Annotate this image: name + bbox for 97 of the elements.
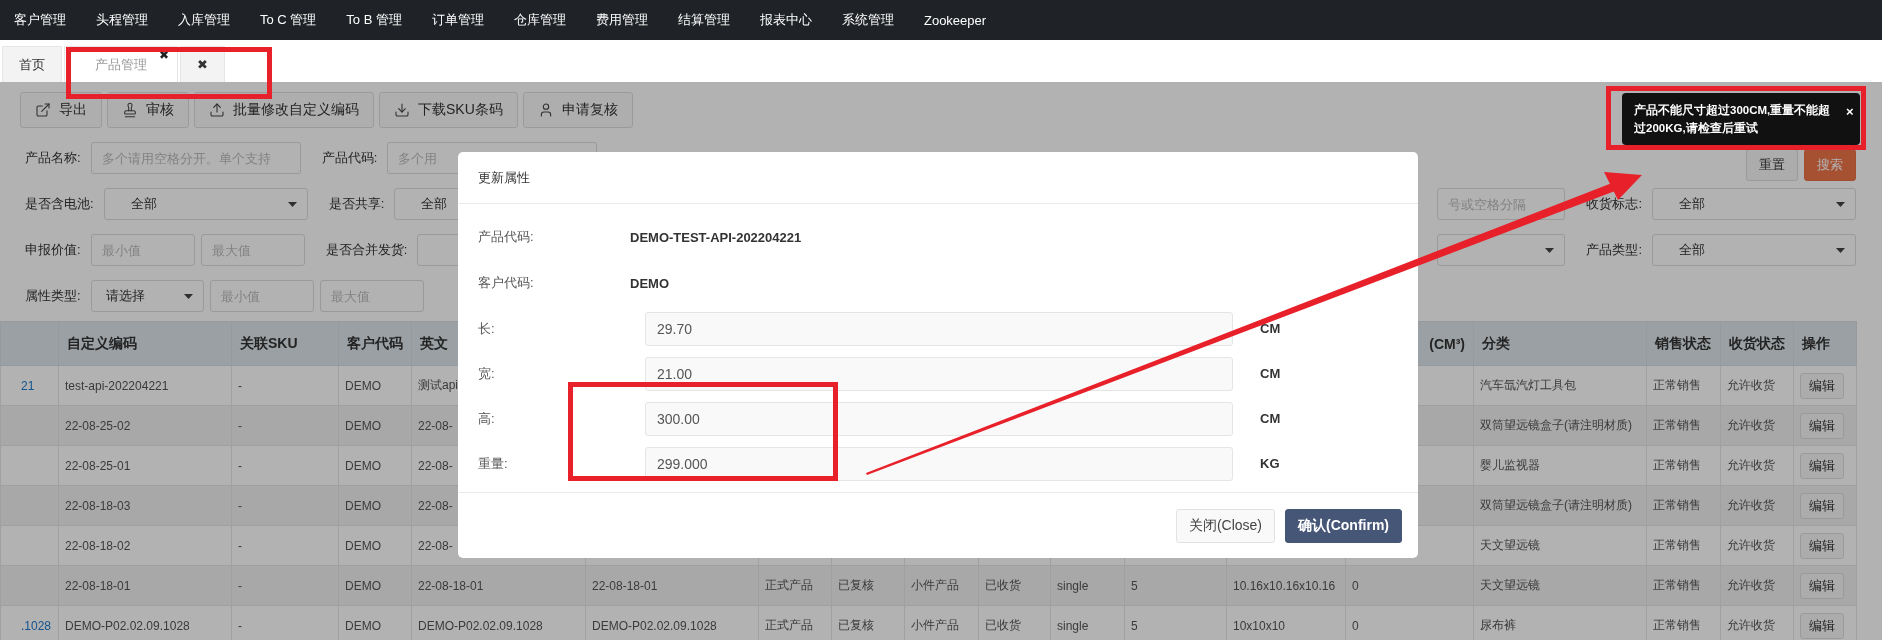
column-header: 英文 <box>420 334 448 351</box>
info-value: DEMO-TEST-API-202204221 <box>630 229 802 245</box>
info-value: DEMO <box>630 275 669 291</box>
column-header: 客户代码 <box>347 334 403 351</box>
column-header: 收货状态 <box>1729 334 1785 351</box>
table-cell: 0 <box>1352 578 1359 593</box>
unit-label: CM <box>1260 411 1281 426</box>
table-cell: 允许收货 <box>1727 498 1775 512</box>
table-cell: 22-08-25-01 <box>65 458 131 473</box>
table-cell: 22-08-18-02 <box>65 538 131 553</box>
table-cell: 0 <box>1352 618 1359 633</box>
table-cell: 正式产品 <box>765 578 813 592</box>
table-cell: 汽车氙汽灯工具包 <box>1480 378 1576 392</box>
table-cell: 22-08-18-01 <box>65 578 131 593</box>
column-header: 操作 <box>1802 334 1830 351</box>
info-label: 客户代码: <box>478 274 535 292</box>
table-cell: 正式产品 <box>765 618 813 632</box>
table-cell: 允许收货 <box>1727 418 1775 432</box>
table-cell: - <box>238 418 242 433</box>
table-cell: 允许收货 <box>1727 378 1775 392</box>
unit-label: CM <box>1260 321 1281 336</box>
field-label: 高: <box>478 409 496 428</box>
table-cell: 正常销售 <box>1653 618 1701 632</box>
table-cell: DEMO <box>345 458 381 473</box>
table-cell: 已复核 <box>838 618 874 632</box>
table-cell: 正常销售 <box>1653 458 1701 472</box>
table-cell: 允许收货 <box>1727 618 1775 632</box>
table-cell: 5 <box>1131 578 1138 593</box>
table-cell: 正常销售 <box>1653 378 1701 392</box>
table-cell: 天文望远镜 <box>1480 578 1540 592</box>
table-cell: 22-08-18-01 <box>418 578 484 593</box>
filter-label: 是否含电池: <box>25 195 94 213</box>
filter-label: 产品类型: <box>1586 241 1642 259</box>
table-cell: - <box>238 378 242 393</box>
table-cell: 已收货 <box>985 578 1021 592</box>
table-cell: DEMO <box>345 578 381 593</box>
column-header: 分类 <box>1482 334 1510 351</box>
table-cell: 10x10x10 <box>1233 618 1286 633</box>
table-cell: DEMO <box>345 378 381 393</box>
table-cell: 22-08- <box>418 538 453 553</box>
table-cell: test-api-202204221 <box>65 378 169 393</box>
table-cell: 正常销售 <box>1653 418 1701 432</box>
table-cell: 22-08- <box>418 458 453 473</box>
table-cell: 测试api <box>418 378 458 392</box>
table-cell: 22-08-18-03 <box>65 498 131 513</box>
table-cell: DEMO <box>345 618 381 633</box>
table-cell: - <box>238 458 242 473</box>
table-cell: 10.16x10.16x10.16 <box>1233 578 1336 593</box>
table-cell: 天文望远镜 <box>1480 538 1540 552</box>
table-cell: 双筒望远镜盒子(请注明材质) <box>1480 498 1632 512</box>
table-cell: - <box>238 498 242 513</box>
info-label: 产品代码: <box>478 228 535 246</box>
field-label: 重量: <box>478 454 509 473</box>
table-cell: - <box>238 618 242 633</box>
table-cell: - <box>238 578 242 593</box>
table-cell: 尿布裤 <box>1480 618 1516 632</box>
table-cell: DEMO-P02.02.09.1028 <box>592 618 717 633</box>
table-cell: 22-08- <box>418 498 453 513</box>
table-cell: DEMO <box>345 538 381 553</box>
unit-label: KG <box>1260 456 1280 471</box>
filter-label: 是否合并发货: <box>325 241 408 259</box>
toast-message: 产品不能尺寸超过300CM,重量不能超过200KG,请检查后重试 <box>1634 102 1832 136</box>
filter-label: 产品代码: <box>321 149 378 167</box>
column-header: 关联SKU <box>240 334 298 351</box>
filter-label: 产品名称: <box>25 149 81 167</box>
table-cell: DEMO <box>345 418 381 433</box>
table-cell: DEMO <box>345 498 381 513</box>
table-cell: 已复核 <box>838 578 874 592</box>
table-cell: 已收货 <box>985 618 1021 632</box>
table-cell: 5 <box>1131 618 1138 633</box>
field-label: 宽: <box>478 364 496 383</box>
table-cell: DEMO-P02.02.09.1028 <box>65 618 190 633</box>
table-cell: DEMO-P02.02.09.1028 <box>418 618 543 633</box>
table-cell: 22-08-18-01 <box>592 578 658 593</box>
table-cell: 22-08-25-02 <box>65 418 131 433</box>
table-cell: 正常销售 <box>1653 498 1701 512</box>
column-header: 自定义编码 <box>67 334 137 351</box>
table-cell: 允许收货 <box>1727 578 1775 592</box>
table-cell: 允许收货 <box>1727 538 1775 552</box>
unit-label: CM <box>1260 366 1281 381</box>
table-cell: 婴儿监视器 <box>1480 458 1540 472</box>
table-cell: 22-08- <box>418 418 453 433</box>
filter-label: 属性类型: <box>25 287 81 305</box>
table-cell: 小件产品 <box>911 618 959 632</box>
table-cell: 正常销售 <box>1653 578 1701 592</box>
filter-label: 是否共享: <box>328 195 385 213</box>
table-cell: single <box>1057 578 1089 593</box>
table-cell: - <box>238 538 242 553</box>
table-cell: single <box>1057 618 1089 633</box>
field-label: 长: <box>478 319 496 338</box>
filter-label: 申报价值: <box>25 241 81 259</box>
column-header: 销售状态 <box>1655 334 1711 351</box>
table-cell: 双筒望远镜盒子(请注明材质) <box>1480 418 1632 432</box>
column-header: (CM³) <box>1429 335 1465 352</box>
table-cell: 允许收货 <box>1727 458 1775 472</box>
table-cell: 正常销售 <box>1653 538 1701 552</box>
table-cell: 小件产品 <box>911 578 959 592</box>
